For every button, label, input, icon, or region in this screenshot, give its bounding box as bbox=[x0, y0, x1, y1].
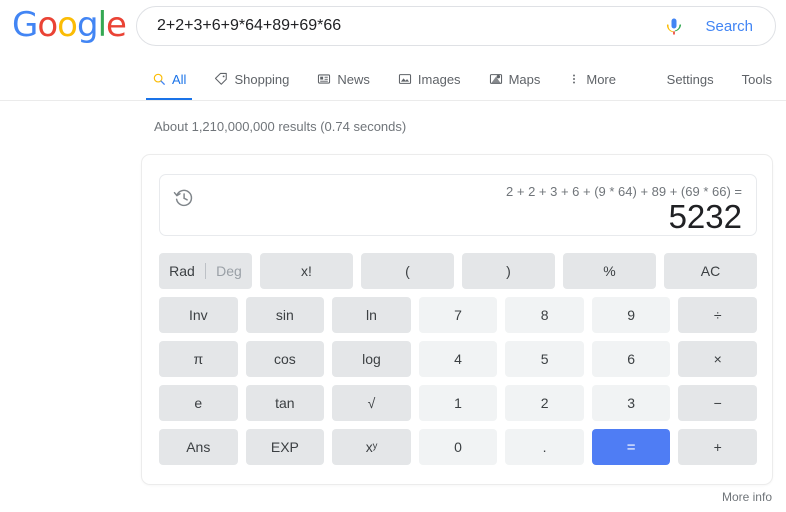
digit-5-key[interactable]: 5 bbox=[505, 341, 584, 377]
deg-mode-label[interactable]: Deg bbox=[206, 264, 252, 278]
map-pin-icon bbox=[489, 72, 503, 86]
inverse-key[interactable]: Inv bbox=[159, 297, 238, 333]
more-vertical-icon bbox=[568, 72, 580, 86]
tab-images-label: Images bbox=[417, 71, 461, 87]
image-icon bbox=[398, 72, 412, 86]
tab-more[interactable]: More bbox=[568, 62, 630, 96]
pi-key[interactable]: π bbox=[159, 341, 238, 377]
calculator-display: 2 + 2 + 3 + 6 + (9 * 64) + 89 + (69 * 66… bbox=[159, 174, 757, 236]
logo-letter-g: g bbox=[76, 5, 99, 45]
search-icon bbox=[152, 72, 166, 86]
minus-key[interactable]: − bbox=[678, 385, 758, 421]
digit-6-key[interactable]: 6 bbox=[591, 341, 671, 377]
calculator-answer: 5232 bbox=[668, 198, 742, 235]
decimal-point-key[interactable]: . bbox=[505, 429, 584, 465]
rad-deg-toggle[interactable]: Rad Deg bbox=[159, 253, 252, 289]
search-box[interactable]: Search bbox=[136, 6, 776, 46]
tab-images[interactable]: Images bbox=[398, 62, 475, 96]
sin-key[interactable]: sin bbox=[245, 297, 325, 333]
logo-letter-l: l bbox=[97, 5, 108, 45]
power-key[interactable]: xʸ bbox=[332, 429, 411, 465]
digit-9-key[interactable]: 9 bbox=[591, 297, 671, 333]
ln-key[interactable]: ln bbox=[332, 297, 411, 333]
tabs-divider bbox=[0, 100, 786, 101]
equals-key[interactable]: = bbox=[591, 429, 671, 465]
log-key[interactable]: log bbox=[332, 341, 411, 377]
digit-1-key[interactable]: 1 bbox=[418, 385, 498, 421]
logo-letter-o1: o bbox=[37, 5, 58, 45]
plus-key[interactable]: + bbox=[678, 429, 758, 465]
google-logo[interactable]: Google bbox=[12, 5, 127, 45]
all-clear-key[interactable]: AC bbox=[664, 253, 757, 289]
calculator-keypad: Rad Deg x! ( ) % AC Inv sin ln 7 8 9 ÷ π… bbox=[159, 253, 758, 465]
logo-letter-G: G bbox=[12, 5, 38, 45]
tab-maps[interactable]: Maps bbox=[489, 62, 555, 96]
percent-key[interactable]: % bbox=[563, 253, 656, 289]
newspaper-icon bbox=[317, 72, 331, 86]
tab-news-label: News bbox=[337, 71, 370, 87]
euler-key[interactable]: e bbox=[159, 385, 238, 421]
search-tabs: All Shopping News Images Maps More bbox=[146, 62, 644, 101]
tab-shopping[interactable]: Shopping bbox=[214, 62, 303, 96]
microphone-icon[interactable] bbox=[657, 9, 691, 43]
digit-7-key[interactable]: 7 bbox=[418, 297, 498, 333]
history-clock-icon[interactable] bbox=[173, 187, 195, 209]
search-tabs-bar: All Shopping News Images Maps More Setti… bbox=[0, 62, 786, 101]
keypad-row: Ans EXP xʸ 0 . = + bbox=[159, 429, 758, 465]
digit-3-key[interactable]: 3 bbox=[591, 385, 671, 421]
answer-key[interactable]: Ans bbox=[159, 429, 238, 465]
keypad-row: e tan √ 1 2 3 − bbox=[159, 385, 758, 421]
page-header: Google Search bbox=[0, 0, 786, 52]
settings-button[interactable]: Settings bbox=[667, 72, 714, 87]
result-stats: About 1,210,000,000 results (0.74 second… bbox=[154, 119, 407, 134]
cos-key[interactable]: cos bbox=[245, 341, 325, 377]
exponent-key[interactable]: EXP bbox=[245, 429, 325, 465]
more-info-link[interactable]: More info bbox=[722, 490, 772, 504]
logo-letter-o2: o bbox=[57, 5, 78, 45]
tan-key[interactable]: tan bbox=[245, 385, 325, 421]
tab-shopping-label: Shopping bbox=[234, 71, 290, 87]
divide-key[interactable]: ÷ bbox=[678, 297, 758, 333]
digit-8-key[interactable]: 8 bbox=[505, 297, 584, 333]
keypad-row: Rad Deg x! ( ) % AC bbox=[159, 253, 757, 289]
tab-all-label: All bbox=[172, 71, 187, 87]
factorial-key[interactable]: x! bbox=[260, 253, 353, 289]
tab-more-label: More bbox=[586, 71, 616, 87]
search-button[interactable]: Search bbox=[691, 18, 775, 35]
square-root-key[interactable]: √ bbox=[332, 385, 411, 421]
tag-icon bbox=[214, 72, 228, 86]
tab-maps-label: Maps bbox=[508, 71, 541, 87]
keypad-row: Inv sin ln 7 8 9 ÷ bbox=[159, 297, 758, 333]
open-paren-key[interactable]: ( bbox=[361, 253, 454, 289]
logo-letter-e: e bbox=[106, 5, 127, 45]
digit-2-key[interactable]: 2 bbox=[505, 385, 584, 421]
search-input[interactable] bbox=[137, 8, 658, 44]
digit-0-key[interactable]: 0 bbox=[418, 429, 498, 465]
rad-mode-label[interactable]: Rad bbox=[159, 264, 205, 278]
multiply-key[interactable]: × bbox=[678, 341, 758, 377]
calculator-card: 2 + 2 + 3 + 6 + (9 * 64) + 89 + (69 * 66… bbox=[141, 154, 773, 485]
tools-button[interactable]: Tools bbox=[742, 72, 772, 87]
tab-news[interactable]: News bbox=[317, 62, 384, 96]
close-paren-key[interactable]: ) bbox=[462, 253, 555, 289]
search-tools-group: Settings Tools bbox=[667, 62, 772, 96]
digit-4-key[interactable]: 4 bbox=[418, 341, 498, 377]
tab-all[interactable]: All bbox=[146, 62, 200, 101]
keypad-row: π cos log 4 5 6 × bbox=[159, 341, 758, 377]
